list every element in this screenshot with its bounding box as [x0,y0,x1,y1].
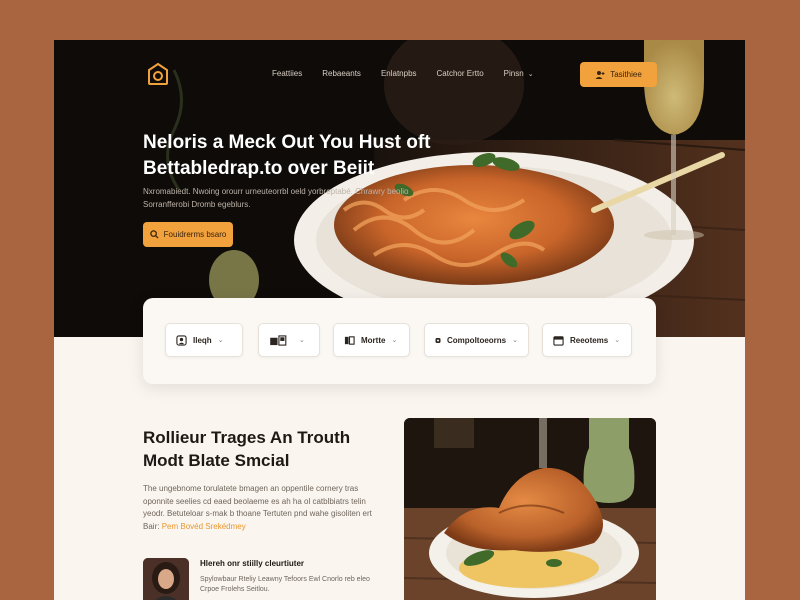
section-title-line: Modt Blate Smcial [143,451,290,470]
user-plus-icon [595,70,605,79]
nav-label: Rebaeants [322,69,361,78]
filter-label: Compoltoeorns [447,335,507,345]
layout-icon [270,334,287,346]
nav-item-pricing[interactable]: Pinsn ⌄ [504,69,534,78]
filter-layout[interactable]: ⌄ [258,323,320,357]
chicken-dish-photo [404,418,656,600]
pin-icon [435,337,441,343]
nav-item-catering[interactable]: Catchor Ertto [437,69,484,78]
hero-title: Neloris a Meck Out You Hust oft Bettable… [143,130,463,182]
food-image-card [404,418,656,600]
chevron-down-icon: ⌄ [512,337,518,344]
section-body-text: The ungebnome torulatete bmagen an oppen… [143,484,372,518]
section-title: Rollieur Trages An Trouth Modt Blate Smc… [143,426,383,472]
chevron-down-icon: ⌄ [614,337,621,344]
person-name: Hlereh onr stiilly cleurtiuter [200,559,305,568]
nav-label: Feattiies [272,69,303,78]
hero-section: Feattiies Rebaeants Enlatnpbs Catchor Er… [54,40,745,337]
calendar-icon [553,335,564,346]
map-icon [344,335,355,345]
signup-label: Tasithiee [610,70,642,79]
hero-button-label: Fouidrerms bsaro [163,230,227,239]
avatar-photo [143,558,189,600]
filter-label: Mortte [361,335,386,345]
nav-label: Enlatnpbs [380,69,417,78]
filter-date[interactable]: Reeotems ⌄ [542,323,632,357]
chevron-down-icon: ⌄ [391,337,398,344]
search-filter-bar: Ileqh ⌄ ⌄ Mortte ⌄ Compoltoeorns ⌄ Reeot… [143,298,656,384]
avatar [143,558,189,600]
section-link[interactable]: Pem Bovéd Srekédmey [162,522,246,531]
restaurant-logo-icon[interactable] [146,62,170,86]
filter-location[interactable]: Mortte ⌄ [333,323,410,357]
hero-search-button[interactable]: Fouidrerms bsaro [143,222,233,247]
nav-item-features[interactable]: Feattiies [272,69,302,78]
hero-title-line: Bettabledrap.to over Beiit [143,158,375,179]
browser-frame: Feattiies Rebaeants Enlatnpbs Catchor Er… [54,40,745,600]
section-body: The ungebnome torulatete bmagen an oppen… [143,483,383,533]
person-description: Spylowbaur Rteliy Leawny Tefoors Ewl Cno… [200,576,370,593]
chevron-down-icon: ⌄ [299,337,305,344]
person-icon [176,334,187,346]
search-icon [149,230,159,239]
nav-label: Pinsn [503,69,524,78]
hero-subtitle: Nxromabiedt. Nwoing orourr urneuteorrbl … [143,187,409,209]
top-navigation: Feattiies Rebaeants Enlatnpbs Catchor Er… [272,69,534,78]
filter-label: Ileqh [193,335,212,345]
chevron-down-icon: ⌄ [217,337,224,344]
nav-item-restaurants[interactable]: Rebaeants [322,69,361,78]
filter-label: Reeotems [570,335,609,345]
hero-title-line: Neloris a Meck Out You Hust oft [143,132,431,153]
section-title-line: Rollieur Trages An Trouth [143,428,351,447]
filter-cuisine[interactable]: Compoltoeorns ⌄ [424,323,529,357]
section-body-tail: Bair: [143,521,160,531]
nav-label: Catchor Ertto [436,69,484,78]
nav-item-explore[interactable]: Enlatnpbs [381,69,417,78]
signup-button[interactable]: Tasithiee [580,62,657,87]
filter-guests[interactable]: Ileqh ⌄ [165,323,243,357]
chevron-down-icon: ⌄ [527,70,534,78]
